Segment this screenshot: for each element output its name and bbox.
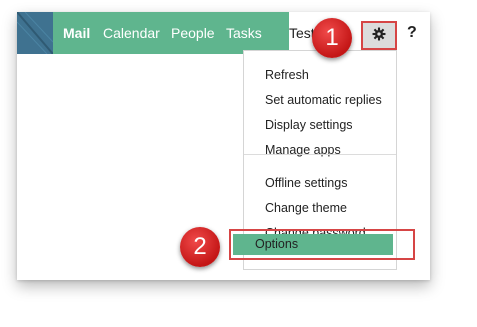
nav-tasks[interactable]: Tasks	[226, 25, 262, 41]
main-nav: Mail Calendar People Tasks	[53, 12, 289, 54]
menu-item-automatic-replies[interactable]: Set automatic replies	[265, 93, 382, 107]
top-navigation-bar: Mail Calendar People Tasks Test ?	[17, 12, 430, 54]
user-name[interactable]: Test	[289, 25, 315, 41]
callout-badge-2: 2	[180, 227, 220, 267]
menu-item-change-theme[interactable]: Change theme	[265, 201, 347, 215]
menu-item-display-settings[interactable]: Display settings	[265, 118, 353, 132]
gear-icon	[372, 27, 386, 41]
app-launcher-icon	[17, 12, 53, 54]
menu-divider	[244, 154, 396, 155]
settings-button[interactable]	[361, 21, 397, 50]
nav-calendar[interactable]: Calendar	[103, 25, 160, 41]
outlook-window: Mail Calendar People Tasks Test ? Refres…	[17, 12, 430, 280]
menu-item-offline-settings[interactable]: Offline settings	[265, 176, 347, 190]
menu-item-options[interactable]: Options	[233, 234, 393, 255]
options-highlight-frame: Options	[229, 229, 415, 260]
menu-item-refresh[interactable]: Refresh	[265, 68, 309, 82]
callout-badge-1: 1	[312, 18, 352, 58]
help-button[interactable]: ?	[407, 24, 417, 42]
app-launcher-tile[interactable]	[17, 12, 53, 54]
nav-mail[interactable]: Mail	[63, 25, 90, 41]
menu-item-options-label: Options	[255, 237, 299, 251]
nav-people[interactable]: People	[171, 25, 215, 41]
